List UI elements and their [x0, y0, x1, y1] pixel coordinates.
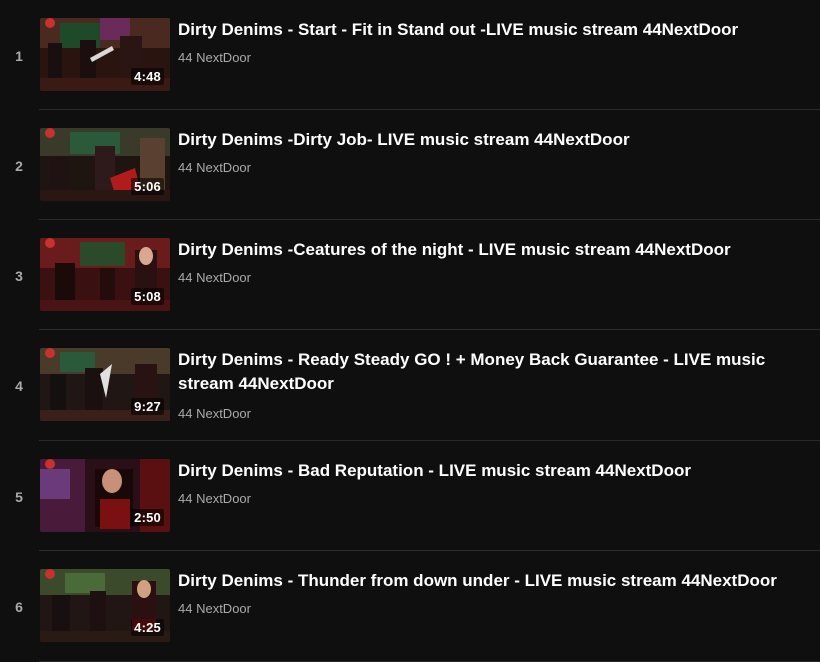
item-index: 4: [15, 378, 23, 394]
channel-name[interactable]: 44 NextDoor: [178, 406, 806, 421]
video-title[interactable]: Dirty Denims - Start - Fit in Stand out …: [178, 18, 806, 42]
playlist: 1 4:48 Dirty Denims - Start - Fit in Sta…: [0, 0, 820, 662]
channel-name[interactable]: 44 NextDoor: [178, 270, 806, 285]
video-thumbnail[interactable]: 9:27: [40, 348, 170, 421]
item-index: 6: [15, 599, 23, 615]
playlist-item[interactable]: 4 9:27 Dirty Denims - Ready Steady GO ! …: [0, 330, 820, 441]
video-duration: 5:08: [131, 288, 164, 305]
video-title[interactable]: Dirty Denims - Thunder from down under -…: [178, 569, 806, 593]
channel-name[interactable]: 44 NextDoor: [178, 491, 806, 506]
video-duration: 4:48: [131, 68, 164, 85]
channel-name[interactable]: 44 NextDoor: [178, 50, 806, 65]
video-thumbnail[interactable]: 5:06: [40, 128, 170, 201]
playlist-item[interactable]: 2 5:06 Dirty Denims -Dirty Job- LIVE mus…: [0, 110, 820, 220]
video-title[interactable]: Dirty Denims - Ready Steady GO ! + Money…: [178, 348, 806, 396]
video-title[interactable]: Dirty Denims -Ceatures of the night - LI…: [178, 238, 806, 262]
video-duration: 4:25: [131, 619, 164, 636]
video-thumbnail[interactable]: 4:25: [40, 569, 170, 642]
playlist-item[interactable]: 5 2:50 Dirty Denims - Bad Reputation - L…: [0, 441, 820, 551]
video-duration: 2:50: [131, 509, 164, 526]
playlist-item[interactable]: 6 4:25 Dirty Denims - Thunder from down …: [0, 551, 820, 662]
channel-name[interactable]: 44 NextDoor: [178, 160, 806, 175]
video-duration: 5:06: [131, 178, 164, 195]
item-index: 5: [15, 489, 23, 505]
item-index: 3: [15, 268, 23, 284]
video-duration: 9:27: [131, 398, 164, 415]
playlist-item[interactable]: 1 4:48 Dirty Denims - Start - Fit in Sta…: [0, 0, 820, 110]
video-title[interactable]: Dirty Denims -Dirty Job- LIVE music stre…: [178, 128, 806, 152]
playlist-item[interactable]: 3 5:08 Dirty Denims -Ceatures of the nig…: [0, 220, 820, 330]
item-index: 1: [15, 48, 23, 64]
channel-name[interactable]: 44 NextDoor: [178, 601, 806, 616]
video-thumbnail[interactable]: 4:48: [40, 18, 170, 91]
video-thumbnail[interactable]: 2:50: [40, 459, 170, 532]
video-thumbnail[interactable]: 5:08: [40, 238, 170, 311]
video-title[interactable]: Dirty Denims - Bad Reputation - LIVE mus…: [178, 459, 806, 483]
item-index: 2: [15, 158, 23, 174]
